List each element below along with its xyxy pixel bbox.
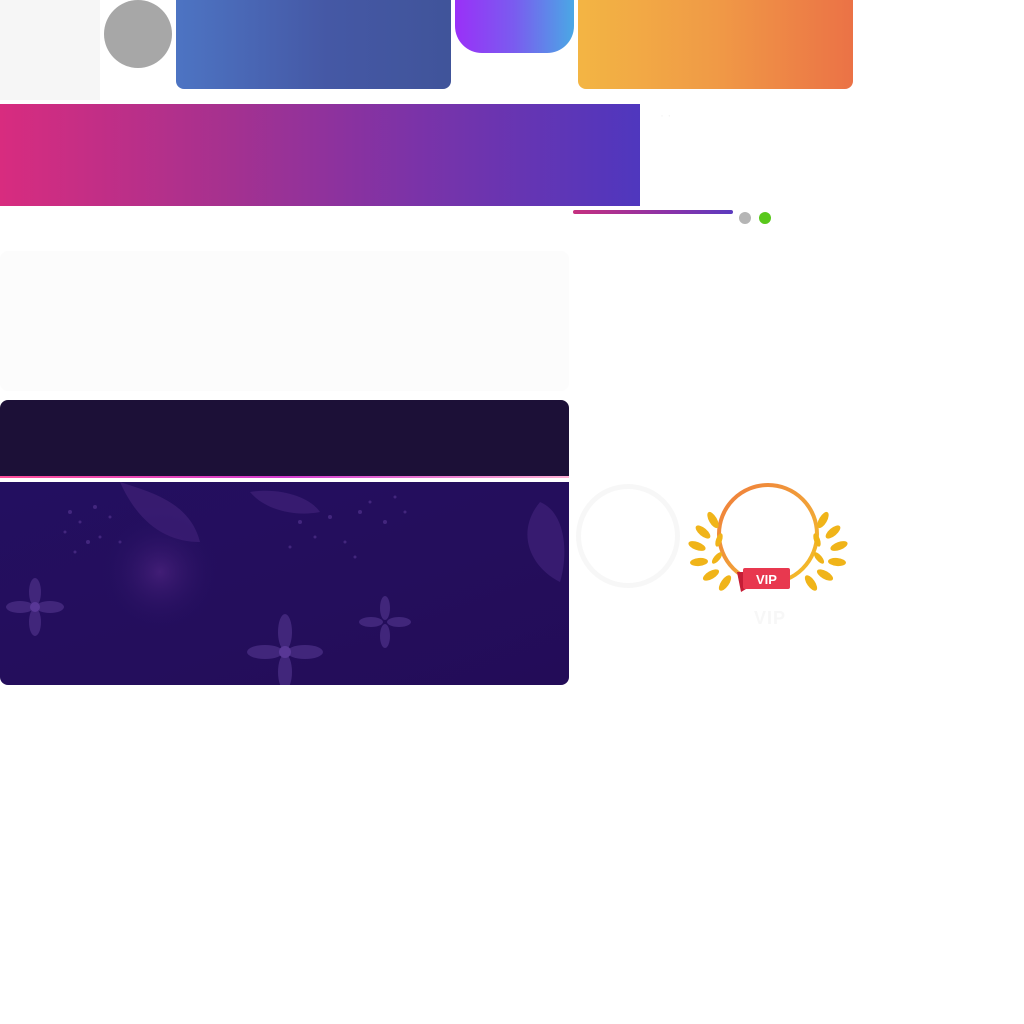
vip-badge-graphic: VIP	[688, 483, 848, 592]
promo-banner[interactable]	[0, 104, 640, 206]
blue-banner-card[interactable]	[176, 0, 451, 89]
carousel-progress-bar	[573, 210, 733, 214]
floral-purple-panel[interactable]	[0, 482, 569, 685]
gradient-pill-button[interactable]	[455, 0, 574, 53]
vip-label: VIP	[753, 608, 786, 628]
avatar[interactable]	[104, 0, 172, 68]
light-content-card	[0, 251, 569, 391]
left-strip	[0, 0, 100, 100]
floral-pattern-graphic	[6, 482, 565, 685]
vip-badge-text: VIP	[756, 572, 777, 587]
dark-panel-header	[0, 400, 569, 476]
carousel-dot-inactive[interactable]	[739, 212, 751, 224]
accent-divider	[0, 476, 569, 478]
vip-badge: VIP	[683, 480, 853, 598]
banner-side-text: · ·	[660, 108, 672, 122]
orange-banner-card[interactable]	[578, 0, 853, 89]
carousel-dot-active[interactable]	[759, 212, 771, 224]
avatar-ring	[576, 484, 680, 588]
